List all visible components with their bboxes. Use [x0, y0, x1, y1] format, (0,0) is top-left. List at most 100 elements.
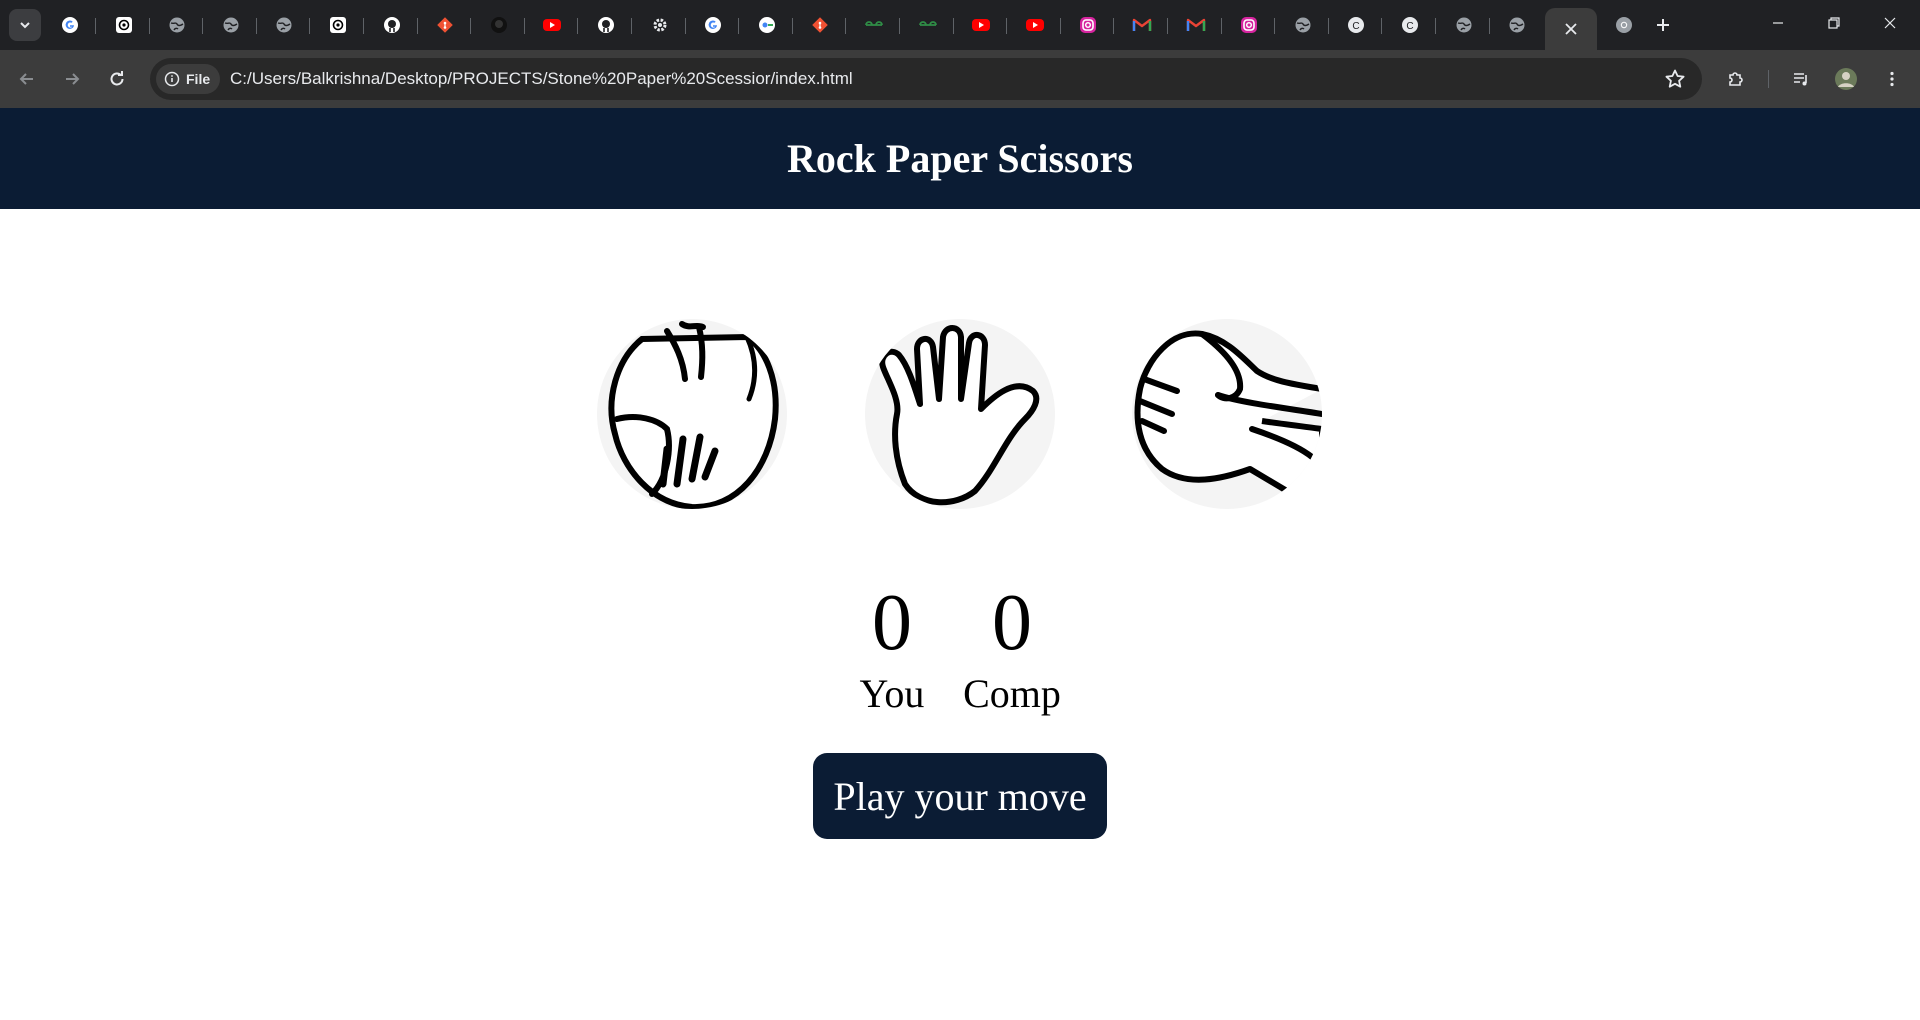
github-icon [382, 15, 402, 35]
browser-tab[interactable] [634, 8, 686, 42]
geeksforgeeks-icon [864, 15, 884, 35]
browser-menu-button[interactable] [1876, 63, 1908, 95]
svg-text:C: C [1406, 21, 1413, 32]
globe-icon [1454, 15, 1474, 35]
back-button[interactable] [11, 63, 43, 95]
choice-paper[interactable] [865, 319, 1055, 509]
profile-avatar[interactable] [1830, 63, 1862, 95]
globe-icon [221, 15, 241, 35]
globe-icon [167, 15, 187, 35]
browser-tab[interactable] [1062, 8, 1114, 42]
chatgpt-icon [114, 15, 134, 35]
browser-toolbar: File C:/Users/Balkrishna/Desktop/PROJECT… [0, 50, 1920, 108]
instagram-icon [1239, 15, 1259, 35]
tab-separator [149, 18, 150, 34]
tab-separator [899, 18, 900, 34]
browser-tab[interactable] [1277, 8, 1329, 42]
browser-tab[interactable] [151, 8, 203, 42]
new-tab-button[interactable] [1637, 8, 1689, 42]
close-icon[interactable] [1561, 19, 1581, 39]
tab-separator [202, 18, 203, 34]
browser-tab[interactable]: C [1330, 8, 1382, 42]
tab-separator [631, 18, 632, 34]
message-text: Play your move [833, 773, 1087, 819]
tab-separator [1060, 18, 1061, 34]
browser-tab[interactable] [1491, 8, 1543, 42]
address-bar[interactable]: File C:/Users/Balkrishna/Desktop/PROJECT… [150, 58, 1702, 100]
browser-tab[interactable] [902, 8, 954, 42]
paper-hand-icon [879, 325, 1040, 506]
page-content: Rock Paper Scissors 0 You 0 Comp Play yo… [0, 108, 1920, 1020]
url-text[interactable]: C:/Users/Balkrishna/Desktop/PROJECTS/Sto… [230, 58, 853, 100]
tab-separator [577, 18, 578, 34]
browser-tab[interactable] [1116, 8, 1168, 42]
youtube-icon [971, 15, 991, 35]
arrow-left-icon [19, 73, 33, 85]
page-title: Rock Paper Scissors [787, 136, 1133, 181]
comp-score-label: Comp [963, 671, 1061, 716]
browser-tab[interactable] [1170, 8, 1222, 42]
tab-separator [309, 18, 310, 34]
chatgpt-icon [328, 15, 348, 35]
browser-tab[interactable] [741, 8, 793, 42]
browser-tab[interactable] [526, 8, 578, 42]
chevron-down-icon [20, 22, 30, 29]
tab-search-button[interactable] [9, 9, 41, 41]
plus-icon [1657, 19, 1669, 31]
browser-tab[interactable]: C [1384, 8, 1436, 42]
browser-tab[interactable] [955, 8, 1007, 42]
restore-button[interactable] [1806, 0, 1862, 46]
tab-separator [1113, 18, 1114, 34]
browser-tab[interactable] [848, 8, 900, 42]
youtube-icon [1025, 15, 1045, 35]
browser-tab[interactable] [1438, 8, 1490, 42]
globe-icon [274, 15, 294, 35]
browser-tab-strip: CC [0, 0, 1920, 50]
browser-tab[interactable] [312, 8, 364, 42]
tab-separator [524, 18, 525, 34]
tab-separator [845, 18, 846, 34]
tab-separator [1274, 18, 1275, 34]
close-window-button[interactable] [1862, 0, 1918, 46]
browser-tab[interactable] [205, 8, 257, 42]
reload-button[interactable] [101, 63, 133, 95]
tab-separator [1489, 18, 1490, 34]
google-lens-icon [757, 15, 777, 35]
geeksforgeeks-icon [918, 15, 938, 35]
svg-text:C: C [1352, 21, 1359, 32]
rock-hand-icon [608, 321, 779, 509]
user-score-block: 0 You [842, 583, 942, 717]
bookmark-star-icon[interactable] [1664, 68, 1686, 90]
browser-tab[interactable] [473, 8, 525, 42]
browser-tab[interactable] [98, 8, 150, 42]
forward-button[interactable] [56, 63, 88, 95]
media-control-button[interactable] [1785, 63, 1817, 95]
browser-tab[interactable] [687, 8, 739, 42]
browser-tab[interactable] [1009, 8, 1061, 42]
avatar-icon [1835, 68, 1857, 90]
browser-tab[interactable] [794, 8, 846, 42]
extensions-button[interactable] [1720, 63, 1752, 95]
browser-tab-active[interactable] [1545, 8, 1597, 50]
browser-tab[interactable] [419, 8, 471, 42]
tab-separator [417, 18, 418, 34]
choice-scissors[interactable] [1132, 319, 1322, 509]
git-icon [810, 15, 830, 35]
browser-tab[interactable] [366, 8, 418, 42]
minimize-button[interactable] [1750, 0, 1806, 46]
user-score: 0 [872, 579, 912, 667]
site-header: Rock Paper Scissors [0, 108, 1920, 209]
tab-separator [792, 18, 793, 34]
scheme-label: File [186, 71, 211, 87]
google-icon [703, 15, 723, 35]
site-info-chip[interactable]: File [156, 64, 221, 94]
browser-tab[interactable] [1223, 8, 1275, 42]
user-score-label: You [859, 671, 925, 716]
browser-tab[interactable] [258, 8, 310, 42]
google-icon [60, 15, 80, 35]
message-box: Play your move [813, 753, 1107, 839]
github-icon [596, 15, 616, 35]
browser-tab[interactable] [580, 8, 632, 42]
browser-tab[interactable] [44, 8, 96, 42]
choice-rock[interactable] [597, 319, 787, 509]
